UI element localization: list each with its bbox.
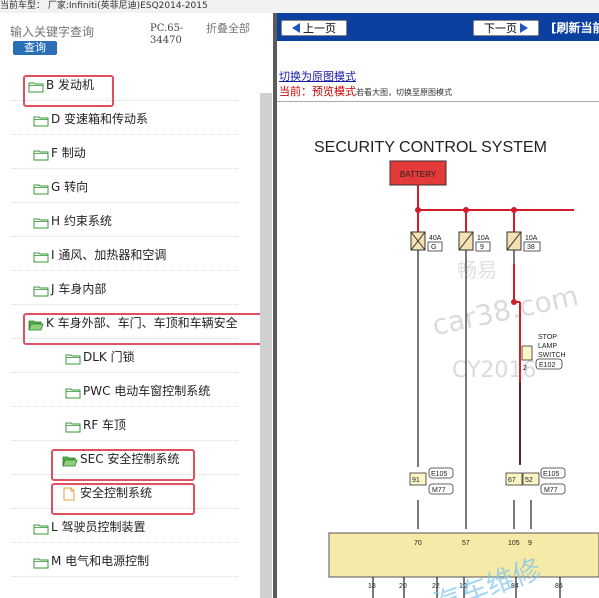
fuse-id: 38: [527, 244, 535, 251]
tree-item[interactable]: J 车身内部: [12, 272, 238, 305]
tree-item-label: M 电气和电源控制: [51, 553, 150, 568]
pc-code: PC.65-34470: [150, 23, 184, 46]
module-pin: 70: [414, 540, 422, 547]
mode-hint: 若看大图，切换至原图模式: [356, 88, 452, 97]
fuse-amp: 10A: [525, 235, 538, 242]
switch-original-mode-link[interactable]: 切换为原图模式: [279, 68, 356, 84]
tree-item[interactable]: I 通风、加热器和空调: [12, 238, 238, 271]
pin-number: 67: [508, 477, 516, 484]
pin-number: 91: [412, 477, 420, 484]
refresh-link[interactable]: [刷新当前: [551, 19, 599, 36]
connector-id: E105: [431, 471, 447, 478]
next-page-button[interactable]: 下一页: [473, 20, 539, 36]
module-pin: 9: [528, 540, 532, 547]
folder-icon: [33, 180, 49, 195]
current-model-text: 当前车型： 厂家:Infiniti(英菲尼迪)ESQ2014-2015: [0, 1, 208, 11]
folder-icon: [33, 146, 49, 161]
folder-icon: [33, 282, 49, 297]
folder-icon: [65, 350, 81, 365]
battery-label: BATTERY: [400, 170, 437, 179]
tree-item-label: G 转向: [51, 179, 89, 194]
tree-item[interactable]: D 变速箱和传动系: [12, 102, 238, 135]
tree-scrollbar[interactable]: [260, 93, 272, 598]
module-pin: 105: [508, 540, 520, 547]
fuse-amp: 40A: [429, 235, 442, 242]
fuse-id: 9: [480, 244, 484, 251]
tree-item-label: H 约束系统: [51, 213, 112, 228]
tree-item-label: J 车身内部: [51, 281, 107, 296]
mode-value: 预览模式: [312, 85, 356, 98]
tree-item-label: DLK 门锁: [83, 349, 135, 364]
stop-lamp-label: STOP: [538, 334, 557, 341]
folder-icon: [65, 384, 81, 399]
mode-label: 当前：: [279, 85, 312, 98]
folder-icon: [33, 214, 49, 229]
module-pin: 85: [555, 583, 563, 590]
tree-item[interactable]: PWC 电动车窗控制系统: [12, 374, 238, 407]
fuse-group: 40A G 10A 9 10A 38: [410, 231, 541, 252]
diagram-title: SECURITY CONTROL SYSTEM: [314, 139, 547, 156]
module-pin: 57: [462, 540, 470, 547]
next-page-label: 下一页: [484, 22, 517, 35]
stop-lamp-label: SWITCH: [538, 352, 566, 359]
folder-icon: [65, 418, 81, 433]
stop-lamp-pin: 2: [523, 365, 527, 372]
stop-lamp-connector: E102: [539, 362, 555, 369]
connector-id: M77: [432, 487, 446, 494]
tree-item-label: F 制动: [51, 145, 86, 160]
left-arrow-icon: [292, 23, 300, 33]
tree-item[interactable]: G 转向: [12, 170, 238, 203]
left-pane: 查询 PC.65-34470 折叠全部 B 发动机D 变速箱和传动系F 制动G …: [0, 13, 274, 598]
fuse-amp: 10A: [477, 235, 490, 242]
tree-item-label: L 驾驶员控制装置: [51, 519, 146, 534]
prev-page-label: 上一页: [303, 22, 336, 35]
tree-item-label: PWC 电动车窗控制系统: [83, 383, 211, 398]
tree-item[interactable]: DLK 门锁: [12, 340, 238, 373]
mode-line: 当前：预览模式若看大图，切换至原图模式: [279, 83, 452, 99]
wiring-diagram: 畅易 car38.com CY2016 SECURITY CONTROL SYS…: [314, 139, 599, 598]
stop-lamp-label: LAMP: [538, 343, 557, 350]
folder-icon: [33, 112, 49, 127]
pin-number: 52: [525, 477, 533, 484]
tree-item[interactable]: L 驾驶员控制装置: [12, 510, 238, 543]
connector-id: M77: [544, 487, 558, 494]
collapse-all-button[interactable]: 折叠全部: [206, 23, 252, 35]
watermark-text: car38.com: [429, 279, 581, 342]
tree-item-label: D 变速箱和传动系: [51, 111, 149, 126]
folder-icon: [33, 554, 49, 569]
viewer-pane: 上一页 下一页 [刷新当前 切换为原图模式 当前：预览模式若看大图，切换至原图模…: [277, 13, 599, 598]
tree-item-label: RF 车顶: [83, 417, 127, 432]
prev-page-button[interactable]: 上一页: [281, 20, 347, 36]
search-area: 查询 PC.65-34470 折叠全部: [0, 13, 260, 63]
tree-item-label: I 通风、加热器和空调: [51, 247, 167, 262]
folder-icon: [33, 520, 49, 535]
watermark-text: 畅易: [457, 258, 497, 282]
tree-item[interactable]: M 电气和电源控制: [12, 544, 238, 577]
current-model-bar: 当前车型： 厂家:Infiniti(英菲尼迪)ESQ2014-2015: [0, 0, 599, 14]
tree-item[interactable]: F 制动: [12, 136, 238, 169]
folder-icon: [33, 248, 49, 263]
connector-id: E105: [543, 471, 559, 478]
module-pin: 20: [399, 583, 407, 590]
fuse-id: G: [431, 244, 436, 251]
search-input[interactable]: [10, 24, 135, 40]
right-arrow-icon: [520, 23, 528, 33]
tree-item[interactable]: RF 车顶: [12, 408, 238, 441]
viewer-nav-bar: 上一页 下一页 [刷新当前: [277, 13, 599, 41]
module-pin: 18: [368, 583, 376, 590]
tree-item[interactable]: H 约束系统: [12, 204, 238, 237]
search-button[interactable]: 查询: [13, 41, 57, 55]
stop-lamp-switch: [521, 345, 533, 361]
